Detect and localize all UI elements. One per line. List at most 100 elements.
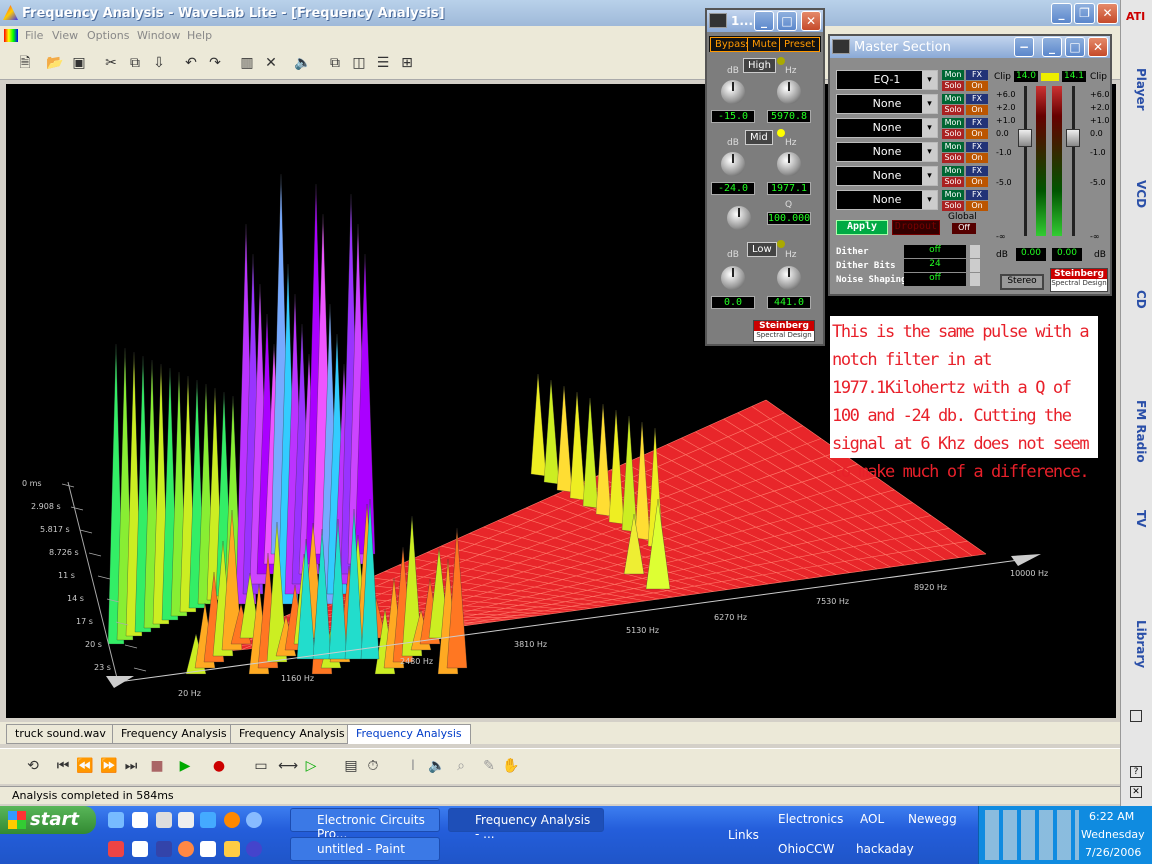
- on-button[interactable]: On: [966, 153, 988, 163]
- sidebar-item-cd[interactable]: CD: [1126, 290, 1148, 309]
- play-selection-icon[interactable]: ⟷: [278, 757, 298, 775]
- sidebar-item-tv[interactable]: TV: [1126, 510, 1148, 527]
- mid-gain-knob[interactable]: [721, 152, 745, 176]
- eq-maximize-button[interactable]: □: [777, 11, 797, 31]
- record-icon[interactable]: ●: [210, 757, 228, 775]
- paste-icon[interactable]: ⇩: [150, 54, 168, 72]
- cut-icon[interactable]: ✂: [102, 54, 120, 72]
- quicklaunch-icon-7[interactable]: [246, 812, 262, 828]
- tab-frequency-analysis-1[interactable]: Frequency Analysis: [112, 724, 236, 744]
- fx-button[interactable]: FX: [966, 142, 988, 152]
- menu-view[interactable]: View: [52, 29, 78, 42]
- help-icon[interactable]: ?: [1130, 766, 1142, 778]
- master-minimize-button[interactable]: _: [1042, 37, 1062, 57]
- minimize-button[interactable]: _: [1051, 3, 1072, 24]
- master-maximize-button[interactable]: □: [1065, 37, 1085, 57]
- cascade-icon[interactable]: ⧉: [326, 54, 344, 72]
- trim-icon[interactable]: ▥: [238, 54, 256, 72]
- tray-icons[interactable]: [985, 810, 1079, 860]
- chevron-down-icon[interactable]: ▾: [922, 71, 937, 89]
- tile-vertical-icon[interactable]: ◫: [350, 54, 368, 72]
- undo-icon[interactable]: ↶: [182, 54, 200, 72]
- volume-icon[interactable]: 🔈: [428, 757, 446, 775]
- chevron-down-icon[interactable]: ▾: [922, 95, 937, 113]
- open-folder-icon[interactable]: 📂: [46, 54, 64, 72]
- quicklaunch-icon-1[interactable]: [108, 812, 124, 828]
- loop-icon[interactable]: ⟲: [24, 757, 42, 775]
- go-start-icon[interactable]: ⏮: [54, 757, 72, 775]
- on-button[interactable]: On: [966, 129, 988, 139]
- new-file-icon[interactable]: 🗎: [16, 54, 34, 72]
- solo-button[interactable]: Solo: [942, 129, 964, 139]
- sidebar-item-fm-radio[interactable]: FM Radio: [1126, 400, 1148, 463]
- link-hackaday[interactable]: hackaday: [856, 842, 914, 856]
- solo-button[interactable]: Solo: [942, 177, 964, 187]
- dither-value[interactable]: off: [904, 245, 966, 258]
- menu-file[interactable]: File: [25, 29, 43, 42]
- firefox-icon[interactable]: [224, 812, 240, 828]
- on-button[interactable]: On: [966, 81, 988, 91]
- fx-button[interactable]: FX: [966, 118, 988, 128]
- chevron-down-icon[interactable]: ▾: [922, 167, 937, 185]
- copy-icon[interactable]: ⧉: [126, 54, 144, 72]
- noise-shaping-value[interactable]: off: [904, 273, 966, 286]
- mon-button[interactable]: Mon: [942, 118, 964, 128]
- global-off-button[interactable]: Off: [952, 223, 976, 234]
- mid-q-knob[interactable]: [727, 206, 751, 230]
- quicklaunch-icon-8[interactable]: [108, 841, 124, 857]
- apply-button[interactable]: Apply: [836, 220, 888, 235]
- fader-left[interactable]: [1018, 129, 1032, 147]
- quicklaunch-icon-13[interactable]: [224, 841, 240, 857]
- eq-minimize-button[interactable]: _: [754, 11, 774, 31]
- quicklaunch-icon-12[interactable]: [200, 841, 216, 857]
- high-band-button[interactable]: High: [743, 58, 776, 73]
- master-close-button[interactable]: ✕: [1088, 37, 1108, 57]
- high-gain-value[interactable]: -15.0: [711, 110, 755, 123]
- mid-q-value[interactable]: 100.000: [767, 212, 811, 225]
- low-freq-value[interactable]: 441.0: [767, 296, 811, 309]
- solo-button[interactable]: Solo: [942, 105, 964, 115]
- chevron-down-icon[interactable]: ▾: [922, 119, 937, 137]
- fx-button[interactable]: FX: [966, 70, 988, 80]
- tab-frequency-analysis-2[interactable]: Frequency Analysis: [230, 724, 354, 744]
- hand-icon[interactable]: ✋: [502, 757, 520, 775]
- play-icon[interactable]: ▶: [176, 757, 194, 775]
- link-aol[interactable]: AOL: [860, 812, 884, 826]
- sidebar-item-player[interactable]: Player: [1126, 68, 1148, 111]
- zoom-icon[interactable]: ⌕: [452, 757, 470, 775]
- mon-button[interactable]: Mon: [942, 70, 964, 80]
- mid-freq-knob[interactable]: [777, 152, 801, 176]
- view-icon[interactable]: ▤: [342, 757, 360, 775]
- fx-button[interactable]: FX: [966, 94, 988, 104]
- quicklaunch-icon-10[interactable]: [156, 841, 172, 857]
- save-icon[interactable]: ▣: [70, 54, 88, 72]
- quicklaunch-icon-4[interactable]: [178, 812, 194, 828]
- speaker-icon[interactable]: 🔈: [294, 54, 312, 72]
- fx-button[interactable]: FX: [966, 190, 988, 200]
- checkbox-icon[interactable]: [1130, 710, 1142, 722]
- tab-truck-sound[interactable]: truck sound.wav: [6, 724, 115, 744]
- quicklaunch-icon-5[interactable]: [200, 812, 216, 828]
- high-gain-knob[interactable]: [721, 80, 745, 104]
- clock-icon[interactable]: ⏱: [364, 757, 382, 775]
- mute-button[interactable]: Mute: [747, 37, 783, 52]
- task-electronic-circuits[interactable]: Electronic Circuits Pro...: [290, 808, 440, 841]
- low-gain-value[interactable]: 0.0: [711, 296, 755, 309]
- fx-button[interactable]: FX: [966, 166, 988, 176]
- mon-button[interactable]: Mon: [942, 190, 964, 200]
- tile-horizontal-icon[interactable]: ☰: [374, 54, 392, 72]
- task-frequency-analysis[interactable]: Frequency Analysis - ...: [448, 808, 604, 841]
- text-cursor-icon[interactable]: I: [404, 757, 422, 775]
- stereo-button[interactable]: Stereo: [1000, 274, 1044, 290]
- redo-icon[interactable]: ↷: [206, 54, 224, 72]
- restore-button[interactable]: ❐: [1074, 3, 1095, 24]
- bits-arrow[interactable]: [970, 259, 980, 272]
- preset-button[interactable]: Preset: [779, 37, 821, 52]
- quicklaunch-icon-11[interactable]: [178, 841, 194, 857]
- close-button[interactable]: ✕: [1097, 3, 1118, 24]
- low-gain-knob[interactable]: [721, 266, 745, 290]
- dither-arrow[interactable]: [970, 245, 980, 258]
- dither-bits-value[interactable]: 24: [904, 259, 966, 272]
- stop-icon[interactable]: ■: [148, 757, 166, 775]
- rewind-icon[interactable]: ⏪: [76, 757, 94, 775]
